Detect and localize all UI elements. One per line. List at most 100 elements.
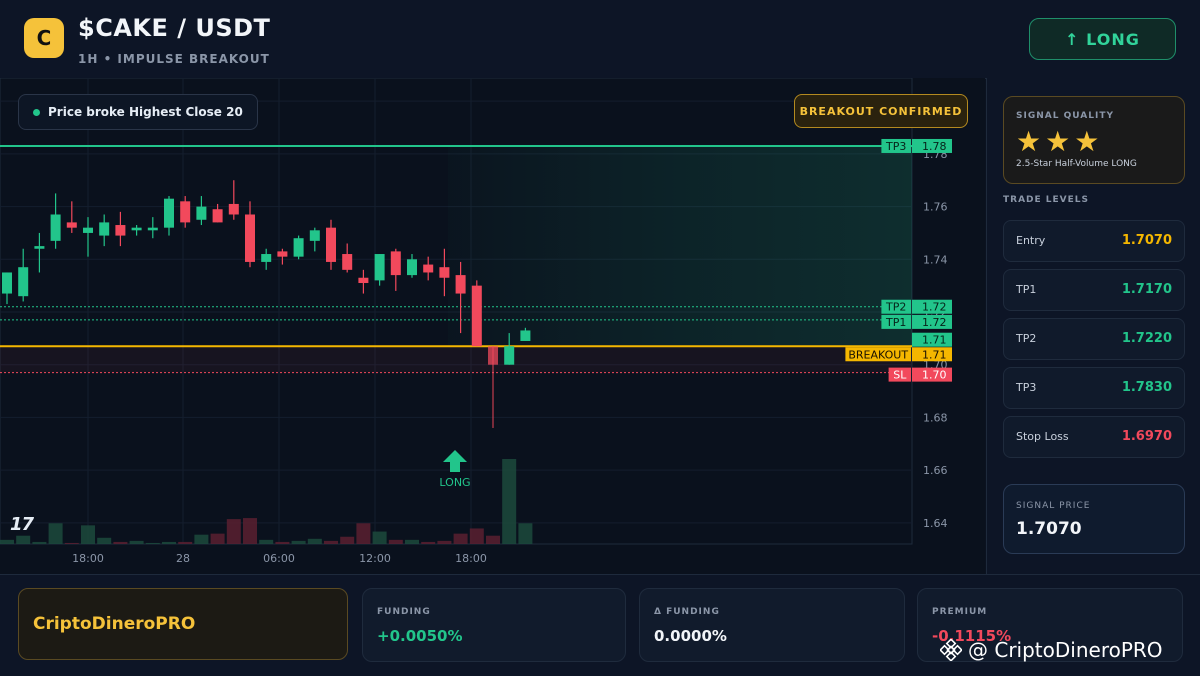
volume-bar xyxy=(243,518,257,544)
volume-bar xyxy=(518,523,533,544)
tradingview-logo-icon[interactable]: 17 xyxy=(10,514,34,535)
candle-body xyxy=(66,222,77,228)
volume-bar xyxy=(486,535,500,544)
signal-price-value: 1.7070 xyxy=(1016,519,1082,539)
risk-zone xyxy=(0,346,912,373)
delta-funding-label: Δ FUNDING xyxy=(654,607,720,617)
signal-pill: Price broke Highest Close 20 xyxy=(18,94,258,130)
star-rating-icon: ★★★ xyxy=(1016,125,1104,158)
target-zone xyxy=(448,145,912,347)
candle-body xyxy=(520,330,531,341)
signal-pill-text: Price broke Highest Close 20 xyxy=(48,105,243,119)
trade-levels-label: TRADE LEVELS xyxy=(1003,195,1089,205)
level-value: 1.6970 xyxy=(1121,429,1172,444)
candle-body xyxy=(277,251,288,257)
candle-body xyxy=(50,214,61,241)
premium-label: PREMIUM xyxy=(932,607,988,617)
level-tag-label: TP3 xyxy=(885,140,906,153)
breakout-confirmed-badge: BREAKOUT CONFIRMED xyxy=(794,94,968,128)
candle-body xyxy=(18,267,29,297)
volume-bar xyxy=(275,541,290,544)
level-value: 1.7220 xyxy=(1121,331,1172,346)
time-tick-label: 18:00 xyxy=(455,552,487,565)
volume-bar xyxy=(145,542,160,544)
level-name: Entry xyxy=(1016,234,1046,247)
brand-card: CriptoDineroPRO xyxy=(18,588,348,660)
volume-bar xyxy=(502,459,517,544)
price-tick-label: 1.64 xyxy=(923,517,948,530)
signal-price-label: SIGNAL PRICE xyxy=(1016,501,1091,511)
level-name: TP3 xyxy=(1016,381,1037,394)
candle-body xyxy=(504,346,515,365)
level-name: Stop Loss xyxy=(1016,430,1069,443)
volume-bar xyxy=(16,535,31,544)
candle-body xyxy=(455,275,466,294)
volume-bar xyxy=(64,542,79,544)
volume-bar xyxy=(291,540,306,544)
volume-bar xyxy=(97,537,112,544)
footer: CriptoDineroPRO FUNDING +0.0050% Δ FUNDI… xyxy=(0,574,1200,676)
candle-body xyxy=(471,285,482,347)
level-tp3: TP3 1.7830 xyxy=(1003,367,1185,409)
signal-quality-label: SIGNAL QUALITY xyxy=(1016,111,1114,121)
volume-bar xyxy=(32,541,47,544)
candle-body xyxy=(342,254,353,270)
level-value: 1.7830 xyxy=(1121,380,1172,395)
candle-body xyxy=(147,227,158,231)
funding-value: +0.0050% xyxy=(377,627,463,645)
level-name: TP2 xyxy=(1016,332,1037,345)
candle-body xyxy=(34,246,45,249)
long-button[interactable]: ↑ LONG xyxy=(1029,18,1176,60)
candle-body xyxy=(115,225,126,236)
level-stop-loss: Stop Loss 1.6970 xyxy=(1003,416,1185,458)
volume-bar xyxy=(113,541,128,544)
candle-body xyxy=(309,230,320,241)
volume-bar xyxy=(340,536,355,544)
candle-body xyxy=(390,251,401,276)
volume-bar xyxy=(259,539,274,544)
watermark: @ CriptoDineroPRO xyxy=(940,638,1163,662)
volume-bar xyxy=(405,539,419,544)
candle-body xyxy=(196,206,207,220)
candle-body xyxy=(228,203,239,215)
header: C $CAKE / USDT 1H • IMPULSE BREAKOUT ↑ L… xyxy=(0,0,1200,79)
candle-body xyxy=(261,254,272,262)
candle-body xyxy=(326,227,336,262)
status-dot-icon xyxy=(33,108,40,116)
volume-bar xyxy=(129,540,144,544)
level-tag-label: TP1 xyxy=(885,316,906,329)
candle-body xyxy=(180,201,191,223)
candle-body xyxy=(245,214,255,262)
time-tick-label: 06:00 xyxy=(263,552,295,565)
level-tp1: TP1 1.7170 xyxy=(1003,269,1185,311)
level-entry: Entry 1.7070 xyxy=(1003,220,1185,262)
price-tag-value: 1.71 xyxy=(922,348,947,361)
time-tick-label: 18:00 xyxy=(72,552,104,565)
level-value: 1.7170 xyxy=(1121,282,1172,297)
volume-bar xyxy=(307,538,322,544)
pair-title: $CAKE / USDT xyxy=(78,14,271,42)
volume-bar xyxy=(162,541,176,544)
level-tag-label: BREAKOUT xyxy=(848,348,908,361)
candle-body xyxy=(83,227,93,233)
level-tp2: TP2 1.7220 xyxy=(1003,318,1185,360)
price-tick-label: 1.68 xyxy=(923,411,948,424)
funding-card: FUNDING +0.0050% xyxy=(362,588,626,662)
funding-label: FUNDING xyxy=(377,607,431,617)
time-tick-label: 28 xyxy=(176,552,190,565)
candle-body xyxy=(374,254,385,281)
coin-logo: C xyxy=(24,18,64,58)
signal-sidebar: SIGNAL QUALITY ★★★ 2.5-Star Half-Volume … xyxy=(986,78,1200,574)
price-chart[interactable]: 1.801.781.761.741.721.701.681.661.6418:0… xyxy=(0,78,985,574)
volume-bar xyxy=(48,523,63,544)
price-tag-value: 1.72 xyxy=(922,301,947,314)
volume-bar xyxy=(324,540,338,544)
watermark-text: @ CriptoDineroPRO xyxy=(968,638,1163,662)
price-tag-value: 1.70 xyxy=(922,369,947,382)
volume-bar xyxy=(421,541,436,544)
candle-body xyxy=(164,198,174,228)
candle-body xyxy=(131,227,142,231)
candle-body xyxy=(407,259,417,276)
volume-bar xyxy=(226,519,241,544)
price-tag-value: 1.72 xyxy=(922,316,947,329)
